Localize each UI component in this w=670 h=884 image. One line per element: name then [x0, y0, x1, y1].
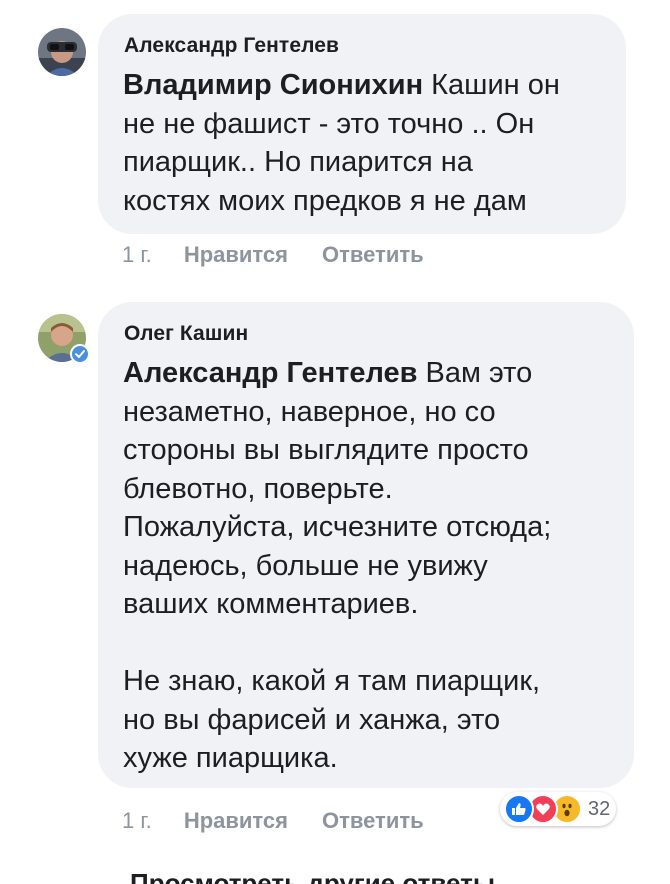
view-more-replies-link[interactable]: Просмотреть другие ответы	[130, 868, 495, 884]
avatar-alexander-gentelev[interactable]	[38, 28, 86, 76]
like-button[interactable]: Нравится	[184, 808, 288, 834]
comment-mention[interactable]: Владимир Сионихин	[123, 69, 423, 101]
comment-text: Александр Гентелев Вам это незаметно, на…	[123, 354, 628, 778]
comment-actions: 1 г. Нравится Ответить	[122, 808, 424, 834]
comment-text: Владимир Сионихин Кашин он не не фашист …	[123, 66, 618, 220]
comment-timestamp[interactable]: 1 г.	[122, 242, 152, 268]
reactions-summary[interactable]: 32	[500, 792, 617, 826]
reply-button[interactable]: Ответить	[322, 808, 424, 834]
comment-mention[interactable]: Александр Гентелев	[123, 357, 418, 389]
reaction-count: 32	[588, 797, 611, 820]
avatar-oleg-kashin[interactable]	[38, 314, 90, 364]
comment-author[interactable]: Олег Кашин	[124, 322, 248, 346]
comment-author[interactable]: Александр Гентелев	[124, 34, 339, 58]
comments-thread: Александр Гентелев Владимир Сионихин Каш…	[0, 0, 670, 884]
comment-timestamp[interactable]: 1 г.	[122, 808, 152, 834]
comment-body: Вам это незаметно, наверное, но со сторо…	[123, 357, 552, 774]
like-button[interactable]: Нравится	[184, 242, 288, 268]
reply-button[interactable]: Ответить	[322, 242, 424, 268]
verified-badge-icon	[70, 344, 90, 364]
comment-actions: 1 г. Нравится Ответить	[122, 242, 424, 268]
like-icon	[504, 794, 534, 824]
